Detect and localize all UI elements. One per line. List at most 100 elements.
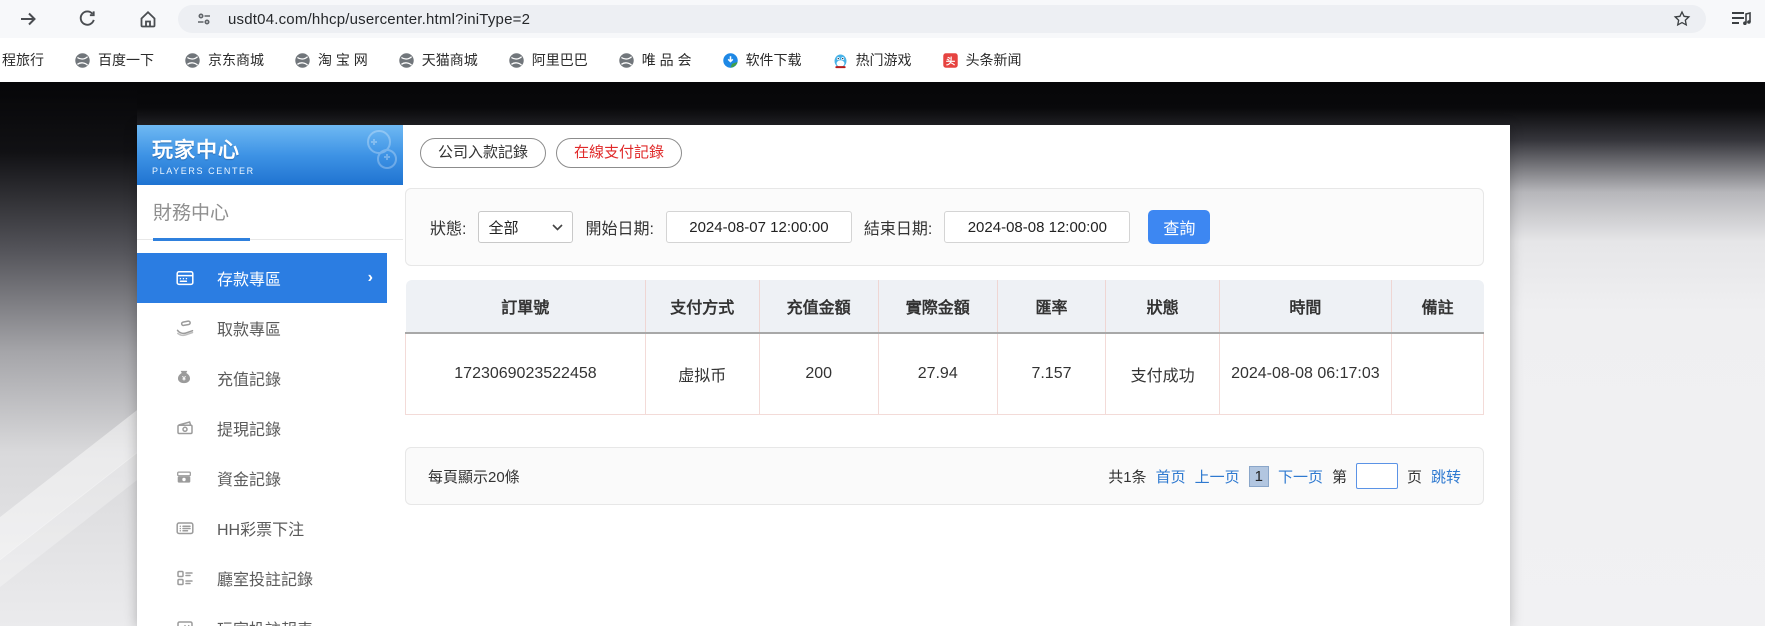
table-cell: 27.94	[878, 333, 997, 415]
jump-page-input[interactable]	[1356, 463, 1398, 489]
bookmark-item[interactable]: 天猫商城	[398, 50, 478, 70]
site-info-icon[interactable]	[196, 11, 212, 27]
bookmark-label: 天猫商城	[422, 50, 478, 70]
ticket-icon	[175, 518, 195, 538]
sidebar-item[interactable]: 廳室投註記錄 ›	[137, 553, 387, 603]
column-header: 時間	[1219, 280, 1391, 333]
current-page: 1	[1249, 466, 1269, 487]
svg-text:¥: ¥	[182, 375, 186, 382]
bookmark-item[interactable]: 头 头条新闻	[942, 50, 1022, 70]
table-row: 1723069023522458虚拟币20027.947.157支付成功2024…	[406, 333, 1484, 415]
bookmark-item[interactable]: 淘 宝 网	[294, 50, 368, 70]
sidebar-item-label: 存款專區	[217, 266, 281, 290]
sidebar-item[interactable]: 存款專區 ›	[137, 253, 387, 303]
sidebar-section-header: 財務中心	[137, 185, 403, 240]
forward-icon[interactable]	[18, 9, 38, 29]
filter-bar: 狀態: 全部 開始日期: 結束日期: 查詢	[405, 188, 1484, 266]
news-icon: 头	[942, 52, 959, 69]
column-header: 訂單號	[406, 280, 646, 333]
report-icon	[175, 618, 195, 626]
record-tab-label: 在線支付記錄	[574, 144, 664, 161]
background-decor	[0, 82, 137, 626]
sidebar-item-label: HH彩票下注	[217, 516, 304, 540]
table-cell: 7.157	[997, 333, 1105, 415]
chevron-right-icon: ›	[368, 269, 373, 287]
url-text: usdt04.com/hhcp/usercenter.html?iniType=…	[228, 11, 530, 28]
sidebar-item-label: 廳室投註記錄	[217, 566, 313, 590]
bookmark-item[interactable]: 热门游戏	[832, 50, 912, 70]
address-bar[interactable]: usdt04.com/hhcp/usercenter.html?iniType=…	[178, 5, 1706, 33]
globe-icon	[74, 52, 91, 69]
record-tab[interactable]: 公司入款記錄	[420, 138, 546, 168]
sidebar-item[interactable]: 取款專區 ›	[137, 303, 387, 353]
sidebar-header: 玩家中心 PLAYERS CENTER	[137, 125, 403, 185]
column-header: 匯率	[997, 280, 1105, 333]
table-header-row: 訂單號支付方式充值金額實際金額匯率狀態時間備註	[406, 280, 1484, 333]
moneybag-icon: ¥	[175, 368, 195, 388]
main-content: 公司入款記錄 在線支付記錄 狀態: 全部 開始日期: 結束日期: 查詢	[403, 125, 1510, 626]
record-tab[interactable]: 在線支付記錄	[556, 138, 682, 168]
bookmark-star-icon[interactable]	[1672, 9, 1692, 29]
sidebar-item[interactable]: ¥ 充值記錄 ›	[137, 353, 387, 403]
sidebar-item[interactable]: 玩家投註報表 ›	[137, 603, 387, 626]
bookmark-item[interactable]: 软件下载	[722, 50, 802, 70]
page-background: 玩家中心 PLAYERS CENTER 財務中心 存款專區 › 取款專區	[0, 82, 1765, 626]
bookmark-label: 程旅行	[2, 50, 44, 70]
table-cell: 支付成功	[1106, 333, 1220, 415]
download-icon	[722, 52, 739, 69]
media-controls-icon[interactable]	[1730, 10, 1752, 33]
bookmark-item[interactable]: 百度一下	[74, 50, 154, 70]
jump-link[interactable]: 跳转	[1431, 466, 1461, 487]
list-icon	[175, 568, 195, 588]
end-date-input[interactable]	[944, 211, 1130, 243]
status-select[interactable]: 全部	[478, 211, 573, 243]
prev-page-link[interactable]: 上一页	[1195, 466, 1240, 487]
sidebar-item[interactable]: 資金記錄 ›	[137, 453, 387, 503]
reload-icon[interactable]	[78, 9, 98, 29]
bookmark-item[interactable]: 程旅行	[2, 50, 44, 70]
banknote-icon	[175, 418, 195, 438]
next-page-link[interactable]: 下一页	[1278, 466, 1323, 487]
table-cell: 2024-08-08 06:17:03	[1219, 333, 1391, 415]
bookmark-label: 头条新闻	[966, 50, 1022, 70]
table-cell: 虚拟币	[645, 333, 759, 415]
gamepad-icon	[333, 127, 399, 178]
pagination-controls: 共1条 首页 上一页 1 下一页 第 页 跳转	[1108, 463, 1461, 489]
table-cell: 200	[759, 333, 878, 415]
sidebar-item-label: 資金記錄	[217, 466, 281, 490]
globe-icon	[398, 52, 415, 69]
sidebar-item[interactable]: 提現記錄 ›	[137, 403, 387, 453]
globe-icon	[508, 52, 525, 69]
record-tabs: 公司入款記錄 在線支付記錄	[420, 138, 1510, 168]
table-cell: 1723069023522458	[406, 333, 646, 415]
column-header: 備註	[1391, 280, 1483, 333]
globe-icon	[294, 52, 311, 69]
page-size-text: 每頁顯示20條	[428, 466, 520, 487]
start-date-input[interactable]	[666, 211, 852, 243]
search-button[interactable]: 查詢	[1148, 210, 1210, 244]
bookmark-label: 热门游戏	[856, 50, 912, 70]
bookmark-item[interactable]: 阿里巴巴	[508, 50, 588, 70]
column-header: 支付方式	[645, 280, 759, 333]
sidebar: 玩家中心 PLAYERS CENTER 財務中心 存款專區 › 取款專區	[137, 125, 403, 626]
sidebar-menu: 存款專區 › 取款專區 › ¥ 充值記錄 › 提現記錄 ›	[137, 253, 403, 626]
globe-icon	[618, 52, 635, 69]
card-icon	[175, 268, 195, 288]
record-tab-label: 公司入款記錄	[438, 144, 528, 161]
column-header: 實際金額	[878, 280, 997, 333]
column-header: 充值金額	[759, 280, 878, 333]
home-icon[interactable]	[138, 9, 158, 29]
pagination-bar: 每頁顯示20條 共1条 首页 上一页 1 下一页 第 页 跳转	[405, 447, 1484, 505]
browser-toolbar: usdt04.com/hhcp/usercenter.html?iniType=…	[0, 0, 1765, 38]
jump-suffix: 页	[1407, 466, 1422, 487]
jump-prefix: 第	[1332, 466, 1347, 487]
bookmark-label: 阿里巴巴	[532, 50, 588, 70]
records-table: 訂單號支付方式充值金額實際金額匯率狀態時間備註 1723069023522458…	[405, 280, 1484, 415]
status-label: 狀態:	[430, 215, 466, 239]
sidebar-item[interactable]: HH彩票下注 ›	[137, 503, 387, 553]
bookmark-item[interactable]: 京东商城	[184, 50, 264, 70]
bookmark-label: 软件下载	[746, 50, 802, 70]
bookmarks-bar: 程旅行 百度一下 京东商城 淘 宝 网 天猫商城 阿里巴巴 唯 品 会 软件下载…	[0, 38, 1765, 82]
bookmark-item[interactable]: 唯 品 会	[618, 50, 692, 70]
first-page-link[interactable]: 首页	[1156, 466, 1186, 487]
